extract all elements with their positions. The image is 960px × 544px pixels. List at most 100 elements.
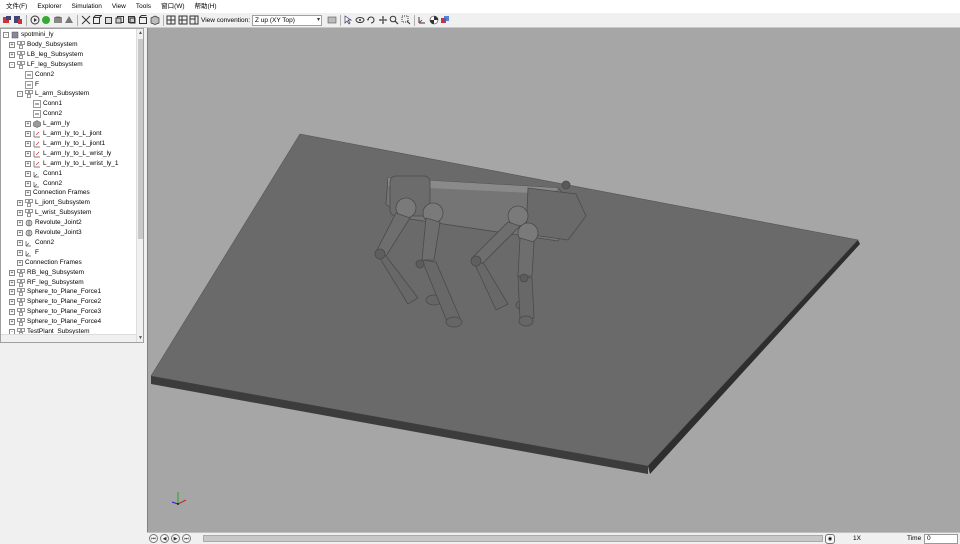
tree-node[interactable]: + L_arm_ly_to_L_wrist_ly_1: [25, 159, 119, 169]
expand-icon[interactable]: +: [9, 289, 15, 296]
single-layout-icon[interactable]: [166, 15, 177, 26]
tree-node[interactable]: + Revolute_Joint3: [17, 228, 82, 238]
playback-rate[interactable]: 1X: [853, 534, 861, 544]
expand-icon[interactable]: +: [25, 180, 31, 187]
expand-icon[interactable]: +: [17, 200, 23, 207]
expand-icon[interactable]: +: [9, 299, 15, 306]
menu-help[interactable]: 帮助(H): [190, 0, 222, 13]
center-of-mass-icon[interactable]: [428, 15, 439, 26]
view-front-icon[interactable]: [92, 15, 103, 26]
view-top-icon[interactable]: [138, 15, 149, 26]
model-report-icon[interactable]: [13, 15, 24, 26]
view-right-icon[interactable]: [126, 15, 137, 26]
expand-icon[interactable]: +: [17, 239, 23, 246]
tree-node[interactable]: + Sphere_to_Plane_Force1: [9, 287, 101, 297]
menu-simulation[interactable]: Simulation: [67, 0, 107, 13]
pan-view-icon[interactable]: [377, 15, 388, 26]
tree-node[interactable]: + L_arm_ly_to_L_jiont1: [25, 139, 105, 149]
expand-icon[interactable]: +: [25, 140, 31, 147]
expand-icon[interactable]: +: [9, 279, 15, 286]
tree-node[interactable]: + Connection Frames: [17, 258, 82, 268]
scroll-thumb[interactable]: [138, 39, 143, 239]
scroll-down-icon[interactable]: ▼: [138, 335, 143, 341]
menu-explorer[interactable]: Explorer: [32, 0, 66, 13]
expand-icon[interactable]: +: [9, 269, 15, 276]
menu-window[interactable]: 窗口(W): [156, 0, 189, 13]
expand-icon[interactable]: +: [9, 51, 15, 58]
skip-start-icon[interactable]: ⏮: [149, 534, 158, 543]
playback-slider[interactable]: [203, 535, 823, 542]
expand-icon[interactable]: +: [25, 170, 31, 177]
expand-icon[interactable]: +: [17, 230, 23, 236]
tree-node[interactable]: - LF_leg_Subsystem: [9, 60, 83, 70]
transparency-icon[interactable]: [440, 15, 451, 26]
menu-tools[interactable]: Tools: [131, 0, 156, 13]
expand-icon[interactable]: +: [17, 220, 23, 227]
collapse-icon[interactable]: -: [17, 91, 23, 98]
sphere-icon[interactable]: [41, 15, 52, 26]
time-field[interactable]: 0: [924, 534, 958, 544]
tree-node[interactable]: + L_arm_ly: [25, 119, 70, 129]
tree-node[interactable]: + Revolute_Joint2: [17, 218, 82, 228]
tree-node[interactable]: + LB_leg_Subsystem: [9, 50, 83, 60]
tree-node[interactable]: + RB_leg_Subsystem: [9, 268, 84, 278]
view-back-icon[interactable]: [103, 15, 114, 26]
expand-icon[interactable]: +: [25, 150, 31, 157]
tree-node[interactable]: + Conn1: [25, 169, 62, 179]
split-layout-icon[interactable]: [189, 15, 200, 26]
fit-to-view-icon[interactable]: [80, 15, 91, 26]
expand-icon[interactable]: +: [25, 160, 31, 167]
tree-node[interactable]: - spotmini_ly: [3, 30, 54, 40]
collapse-icon[interactable]: -: [3, 32, 9, 38]
tree-horizontal-scrollbar[interactable]: [1, 334, 136, 342]
tree-node[interactable]: + Conn2: [25, 179, 62, 189]
tree-node[interactable]: + RF_leg_Subsystem: [9, 278, 84, 288]
step-back-icon[interactable]: ◀: [160, 534, 169, 543]
zoom-view-icon[interactable]: [389, 15, 400, 26]
tree-node[interactable]: + Sphere_to_Plane_Force3: [9, 307, 101, 317]
model-config-icon[interactable]: [1, 15, 12, 26]
collapse-icon[interactable]: -: [9, 61, 15, 68]
3d-viewport[interactable]: [147, 28, 960, 532]
expand-icon[interactable]: +: [9, 319, 15, 326]
roll-view-icon[interactable]: [366, 15, 377, 26]
expand-icon[interactable]: +: [9, 309, 15, 316]
cone-icon[interactable]: [64, 15, 75, 26]
tree-node[interactable]: + Sphere_to_Plane_Force4: [9, 317, 101, 327]
view-convention-dropdown[interactable]: Z up (XY Top) ▾: [252, 14, 323, 26]
record-video-icon[interactable]: ◉: [825, 534, 835, 544]
cylinder-icon[interactable]: [52, 15, 63, 26]
four-view-layout-icon[interactable]: [177, 15, 188, 26]
restart-icon[interactable]: [29, 15, 40, 26]
frames-toggle-icon[interactable]: [417, 15, 428, 26]
tree-node[interactable]: + Conn2: [17, 238, 54, 248]
expand-icon[interactable]: +: [25, 121, 31, 128]
tree-node[interactable]: + Sphere_to_Plane_Force2: [9, 297, 101, 307]
model-tree[interactable]: - spotmini_ly + Body_Subsystem + LB_leg_Subsy…: [0, 28, 144, 343]
expand-icon[interactable]: +: [25, 190, 31, 197]
settings-icon[interactable]: [326, 15, 337, 26]
select-cursor-icon[interactable]: [343, 15, 354, 26]
tree-vertical-scrollbar[interactable]: ▲ ▼: [136, 29, 143, 342]
tree-node[interactable]: + L_arm_ly_to_L_wrist_ly: [25, 149, 111, 159]
view-isometric-icon[interactable]: [149, 15, 160, 26]
tree-node[interactable]: Conn2: [25, 109, 62, 119]
zoom-box-icon[interactable]: [400, 15, 411, 26]
tree-node[interactable]: + Connection Frames: [25, 188, 90, 198]
scroll-up-icon[interactable]: ▲: [138, 30, 143, 36]
expand-icon[interactable]: +: [17, 259, 23, 266]
tree-node[interactable]: F: [17, 80, 39, 90]
tree-node[interactable]: - L_arm_Subsystem: [17, 89, 89, 99]
menu-file[interactable]: 文件(F): [1, 0, 32, 13]
tree-node[interactable]: Conn1: [25, 99, 62, 109]
expand-icon[interactable]: +: [17, 249, 23, 256]
rotate-view-icon[interactable]: [354, 15, 365, 26]
expand-icon[interactable]: +: [17, 210, 23, 217]
skip-end-icon[interactable]: ⏭: [182, 534, 191, 543]
tree-node[interactable]: + F: [17, 248, 39, 258]
view-left-icon[interactable]: [115, 15, 126, 26]
expand-icon[interactable]: +: [9, 41, 15, 48]
play-icon[interactable]: ▶: [171, 534, 180, 543]
menu-view[interactable]: View: [107, 0, 131, 13]
tree-node[interactable]: + L_wrist_Subsystem: [17, 208, 91, 218]
